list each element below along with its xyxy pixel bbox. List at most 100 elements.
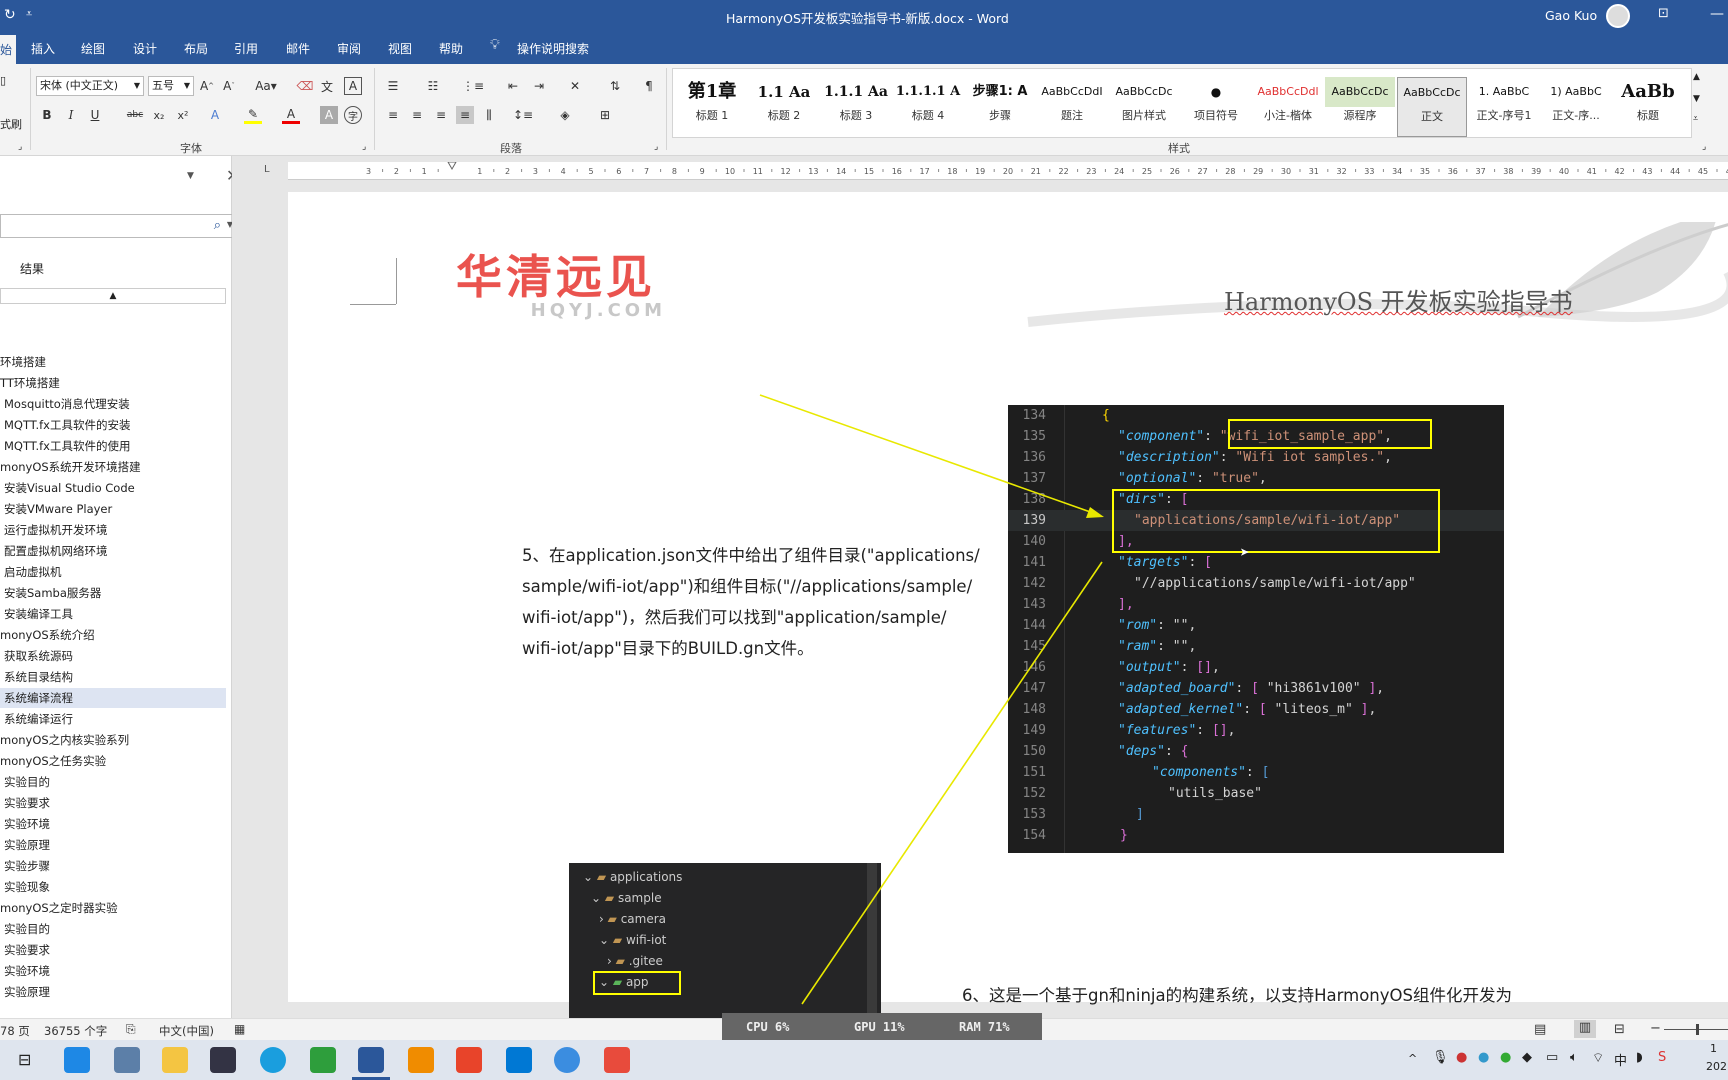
nav-heading-item[interactable]: 配置虚拟机网络环境 [0,541,226,561]
styles-scroll-up-icon[interactable]: ▲ [1693,72,1700,82]
increase-indent-icon[interactable]: ⇥ [530,77,548,95]
nav-heading-item[interactable]: 实验环境 [0,961,226,981]
style-heading-2[interactable]: 1.1 Aa 标题 2 [749,77,819,137]
ribbon-display-options-icon[interactable]: ⊡ [1658,6,1669,21]
bold-icon[interactable]: B [38,106,56,124]
nav-heading-item[interactable]: 环境搭建 [0,352,226,372]
nav-search-input[interactable]: ⌕ ▼ [0,214,236,238]
tab-layout[interactable]: 布局 [184,40,208,57]
align-right-icon[interactable]: ≡ [432,106,450,124]
nav-heading-item[interactable]: 实验目的 [0,919,226,939]
italic-icon[interactable]: I [62,106,80,124]
zoom-slider-thumb[interactable] [1696,1024,1699,1035]
style-title[interactable]: AaBb 标题 [1613,77,1683,137]
highlight-icon[interactable]: ✎ [244,106,262,124]
recorder-icon[interactable] [604,1047,630,1073]
tab-review[interactable]: 审阅 [337,40,361,57]
nav-heading-item[interactable]: 实验原理 [0,835,226,855]
font-color-icon[interactable]: A [282,106,300,124]
nav-heading-item[interactable]: monyOS系统开发环境搭建 [0,457,226,477]
tray-overflow-icon[interactable]: ^ [1408,1052,1417,1065]
nav-heading-item[interactable]: 实验要求 [0,793,226,813]
quick-access-dropdown-icon[interactable]: ⩡ [26,7,32,21]
file-explorer-icon[interactable] [162,1047,188,1073]
nav-heading-item[interactable]: monyOS之任务实验 [0,751,226,771]
ime-icon[interactable]: 中 [1614,1050,1627,1069]
align-left-icon[interactable]: ≡ [384,106,402,124]
tab-references[interactable]: 引用 [234,40,258,57]
nav-heading-item[interactable]: TT环境搭建 [0,373,226,393]
nav-heading-item[interactable]: 安装Visual Studio Code [0,478,226,498]
distributed-icon[interactable]: ⫼ [480,106,498,124]
accessibility-icon[interactable]: ▦ [234,1022,245,1036]
pane-options-icon[interactable]: ▼ [187,171,194,181]
feishu-icon[interactable] [554,1047,580,1073]
font-launcher-icon[interactable]: ⌟ [362,142,366,152]
user-avatar[interactable] [1606,4,1630,28]
paragraph-6[interactable]: 6、这是一个基于gn和ninja的构建系统，以支持HarmonyOS组件化开发为 [962,982,1512,1006]
ime-mode-icon[interactable]: ◗ [1636,1050,1643,1065]
font-size-select[interactable]: 五号 ▼ [148,76,194,96]
calculator-icon[interactable] [114,1047,140,1073]
style-body-numbered-2[interactable]: 1) AaBbC 正文-序... [1541,77,1611,137]
format-painter-label[interactable]: 式刷 [0,116,22,132]
clock-date[interactable]: 202 [1706,1060,1727,1073]
style-heading-1[interactable]: 第1章 标题 1 [677,77,747,137]
style-note-kaiti[interactable]: AaBbCcDdl 小注-楷体 [1253,77,1323,137]
shading-icon[interactable]: ◈ [556,106,574,124]
tell-me-search[interactable]: 操作说明搜索 [517,40,589,57]
proofing-icon[interactable]: ⎘ [126,1022,136,1037]
phonetic-guide-icon[interactable]: 文 [318,77,336,95]
tab-mailings[interactable]: 邮件 [286,40,310,57]
style-heading-3[interactable]: 1.1.1 Aa 标题 3 [821,77,891,137]
style-caption[interactable]: AaBbCcDdI 题注 [1037,77,1107,137]
numbering-icon[interactable]: ☷ [424,77,442,95]
nav-heading-item[interactable]: MQTT.fx工具软件的使用 [0,436,226,456]
nav-heading-item[interactable]: 运行虚拟机开发环境 [0,520,226,540]
nav-heading-item[interactable]: 启动虚拟机 [0,562,226,582]
align-center-icon[interactable]: ≡ [408,106,426,124]
camtasia-icon[interactable] [310,1047,336,1073]
style-heading-4[interactable]: 1.1.1.1 A 标题 4 [893,77,963,137]
clear-formatting-icon[interactable]: ⌫ [296,77,314,95]
style-picture[interactable]: AaBbCcDc 图片样式 [1109,77,1179,137]
tray-app-icon[interactable]: ● [1456,1050,1467,1065]
character-shading-icon[interactable]: A [320,106,338,124]
microphone-icon[interactable]: 🎙︎ [1432,1050,1449,1065]
user-name[interactable]: Gao Kuo [1545,8,1597,23]
nav-heading-item[interactable]: monyOS之内核实验系列 [0,730,226,750]
word-icon[interactable] [358,1047,384,1073]
nav-heading-item[interactable]: 获取系统源码 [0,646,226,666]
tray-app-icon[interactable]: ● [1500,1050,1511,1065]
nav-heading-item[interactable]: 实验步骤 [0,856,226,876]
nav-heading-item[interactable]: 实验现象 [0,877,226,897]
style-step[interactable]: 步骤1: A 步骤 [965,77,1035,137]
nav-heading-item[interactable]: 实验要求 [0,940,226,960]
style-bullet[interactable]: ● 项目符号 [1181,77,1251,137]
vm-icon[interactable] [408,1047,434,1073]
app-icon-blue[interactable] [64,1047,90,1073]
nav-heading-item[interactable]: MQTT.fx工具软件的安装 [0,415,226,435]
line-spacing-icon[interactable]: ↕≡ [513,106,533,124]
read-mode-icon[interactable]: ▤ [1534,1022,1546,1037]
styles-launcher-icon[interactable]: ⌟ [1702,142,1706,152]
tab-view[interactable]: 视图 [388,40,412,57]
strikethrough-icon[interactable]: abc [126,106,144,124]
tab-draw[interactable]: 绘图 [81,40,105,57]
page-count[interactable]: 78 页 [0,1023,30,1039]
justify-icon[interactable]: ≡ [456,106,474,124]
style-body-text[interactable]: AaBbCcDc 正文 [1397,77,1467,137]
show-marks-icon[interactable]: ¶ [640,77,658,95]
tab-design[interactable]: 设计 [133,40,157,57]
nav-heading-item[interactable]: 安装Samba服务器 [0,583,226,603]
xmind-icon[interactable] [456,1047,482,1073]
font-name-select[interactable]: 宋体 (中文正文) ▼ [36,76,144,96]
text-effects-icon[interactable]: A [206,106,224,124]
style-source-code[interactable]: AaBbCcDc 源程序 [1325,77,1395,137]
tab-help[interactable]: 帮助 [439,40,463,57]
clock-time[interactable]: 1 [1710,1042,1717,1055]
tab-insert[interactable]: 插入 [31,40,55,57]
battery-icon[interactable]: ▭ [1546,1050,1558,1065]
superscript-icon[interactable]: x² [174,106,192,124]
search-icon[interactable]: ⌕ [214,218,221,233]
